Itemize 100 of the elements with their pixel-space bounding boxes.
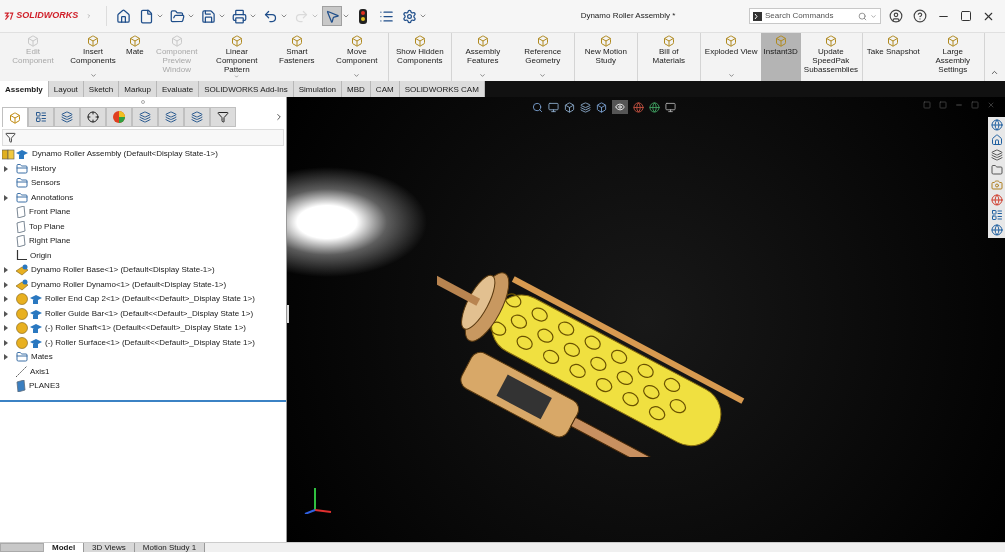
new-document-icon <box>138 8 154 24</box>
ribbon-button[interactable]: Show Hidden Components <box>389 33 450 81</box>
help-icon[interactable] <box>913 9 927 23</box>
command-tab[interactable]: Evaluate <box>157 81 200 97</box>
ribbon-button[interactable]: Linear Component Pattern <box>206 33 267 81</box>
tree-item[interactable]: PLANE3 <box>0 379 60 394</box>
maximize-icon[interactable] <box>960 10 972 22</box>
command-tab[interactable]: Simulation <box>293 81 343 97</box>
dropdown-caret-icon <box>156 12 164 20</box>
dropdown-caret-icon <box>233 74 241 79</box>
tree-item[interactable]: Right Plane <box>0 234 71 249</box>
command-tab[interactable]: Markup <box>119 81 157 97</box>
filter-icon <box>217 111 229 123</box>
command-tab[interactable]: Layout <box>48 81 84 97</box>
part-icon <box>16 264 28 277</box>
graphics-viewport[interactable] <box>287 97 1005 542</box>
collapse-ribbon-icon[interactable] <box>990 68 999 77</box>
view-orientation-icon[interactable] <box>564 101 575 113</box>
ribbon-button[interactable]: Instant3D <box>760 33 801 81</box>
tree-item[interactable]: Top Plane <box>0 219 65 234</box>
search-input[interactable]: Search Commands <box>765 10 855 22</box>
command-tab[interactable]: Sketch <box>83 81 120 97</box>
ribbon-button[interactable]: New Motion Study <box>575 33 636 81</box>
component-icon <box>16 293 42 306</box>
ribbon-button[interactable]: Take Snapshot <box>863 33 923 81</box>
manager-tab[interactable] <box>184 107 210 127</box>
tree-item[interactable]: History <box>0 161 56 176</box>
tool-icon <box>128 35 141 47</box>
folder-icon <box>16 191 28 204</box>
command-tab[interactable]: CAM <box>370 81 400 97</box>
tool-icon <box>725 35 738 47</box>
tree-item[interactable]: Origin <box>0 248 52 263</box>
dropdown-caret-icon <box>249 12 257 20</box>
tile-icon[interactable] <box>923 101 931 109</box>
panel-icon <box>61 111 73 123</box>
ribbon-button[interactable]: Smart Fasteners <box>266 33 327 81</box>
tree-item[interactable]: Dynamo Roller Dynamo<1> (Default<Display State-1>) <box>0 277 227 292</box>
ribbon-button[interactable]: Assembly Features <box>452 33 513 81</box>
tree-item[interactable]: (-) Roller Surface<1> (Default<<Default>_Display State 1>) <box>0 335 255 350</box>
tree-item[interactable]: Roller Guide Bar<1> (Default<<Default>_Display State 1>) <box>0 306 254 321</box>
folder-icon <box>16 162 28 175</box>
tree-item[interactable]: Dynamo Roller Base<1> (Default<Display State-1>) <box>0 263 215 278</box>
ribbon-button[interactable]: Move Component <box>326 33 387 81</box>
dropdown-caret-icon <box>342 12 350 20</box>
bottom-tab[interactable]: Model <box>44 543 85 552</box>
tree-item[interactable]: Dynamo Roller Assembly (Default<Display State-1>) <box>0 147 286 162</box>
home-icon[interactable] <box>990 134 1003 146</box>
dropdown-caret-icon <box>280 12 288 20</box>
tree-item[interactable]: Roller End Cap 2<1> (Default<<Default>_Display State 1>) <box>0 292 255 307</box>
dropdown-caret-icon <box>419 12 427 20</box>
expand-arrow-icon <box>4 194 8 201</box>
manager-tab[interactable] <box>132 107 158 127</box>
settings-icon <box>401 8 417 24</box>
hide-show-icon[interactable] <box>615 102 625 112</box>
account-icon[interactable] <box>889 9 903 23</box>
command-tab[interactable]: SOLIDWORKS Add-Ins <box>199 81 294 97</box>
command-tab[interactable]: SOLIDWORKS CAM <box>399 81 485 97</box>
part-icon <box>16 278 28 291</box>
ribbon-button[interactable]: Reference Geometry <box>512 33 573 81</box>
tree-item[interactable]: Front Plane <box>0 205 71 220</box>
zoom-icon[interactable] <box>532 101 543 113</box>
ribbon-button[interactable]: Insert Components <box>63 33 123 81</box>
manager-tab[interactable] <box>80 107 106 127</box>
traffic-light-icon <box>359 8 367 24</box>
ribbon-button[interactable]: Large Assembly Settings <box>922 33 983 81</box>
tree-item[interactable]: Annotations <box>0 190 74 205</box>
command-tab[interactable]: Assembly <box>0 81 49 97</box>
ribbon-button[interactable]: Bill of Materials <box>638 33 699 81</box>
ribbon-button[interactable]: Mate <box>123 33 147 81</box>
folder-icon[interactable] <box>990 164 1003 176</box>
dropdown-caret-icon <box>311 12 319 20</box>
tree-item[interactable]: (-) Roller Shaft<1> (Default<<Default>_Display State 1>) <box>0 321 246 336</box>
more-tabs-icon[interactable] <box>274 112 284 122</box>
dropdown-caret-icon <box>187 12 195 20</box>
toolbar-button[interactable] <box>322 6 350 26</box>
ribbon-button[interactable]: Update SpeedPak Subassemblies <box>800 33 861 81</box>
cube-icon <box>9 111 21 124</box>
filter-icon[interactable] <box>5 132 16 143</box>
manager-tab[interactable] <box>158 107 184 127</box>
view-settings-icon[interactable] <box>665 101 676 113</box>
tree-item[interactable]: Sensors <box>0 176 61 191</box>
command-tab[interactable]: MBD <box>342 81 371 97</box>
tool-icon <box>170 35 183 47</box>
tool-icon <box>350 35 363 47</box>
manager-tab[interactable] <box>106 107 132 127</box>
bottom-tab[interactable]: Motion Study 1 <box>134 543 206 552</box>
expand-arrow-icon <box>4 354 8 361</box>
tree-item[interactable]: Mates <box>0 350 53 365</box>
manager-tab[interactable] <box>210 107 236 127</box>
bottom-tab[interactable]: 3D Views <box>84 543 135 552</box>
window-title: Dynamo Roller Assembly * <box>580 10 676 22</box>
tile-icon[interactable] <box>939 101 947 109</box>
tree-item[interactable]: Axis1 <box>0 364 50 379</box>
ribbon-button[interactable]: Exploded View <box>701 33 761 81</box>
manager-tab[interactable] <box>54 107 80 127</box>
manager-tab[interactable] <box>28 107 54 127</box>
tool-icon <box>824 35 837 47</box>
search-field[interactable]: Search Commands <box>749 8 881 24</box>
tool-icon <box>413 35 426 47</box>
custom-properties-icon[interactable] <box>990 209 1003 221</box>
